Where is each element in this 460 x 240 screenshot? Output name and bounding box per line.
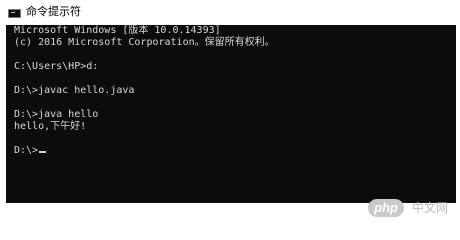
window-title: 命令提示符 [26, 5, 81, 18]
prompt-text: D:\> [14, 145, 39, 156]
watermark: php 中文网 [368, 199, 448, 219]
console-line-version: Microsoft Windows [版本 10.0.14393] [14, 25, 221, 36]
console-line-copyright: (c) 2016 Microsoft Corporation。保留所有权利。 [14, 37, 275, 48]
watermark-text: 中文网 [411, 201, 448, 216]
console-line-prompt[interactable]: D:\> [14, 145, 47, 157]
console-line-java: D:\>java hello [14, 109, 99, 120]
cmd-window: 命令提示符 Microsoft Windows [版本 10.0.14393] … [0, 0, 460, 224]
console-line-cd: C:\Users\HP>d: [14, 61, 99, 72]
console-line-output: hello,下午好! [14, 121, 87, 132]
console-line-javac: D:\>javac hello.java [14, 85, 135, 96]
text-cursor [39, 151, 47, 153]
console-output[interactable]: Microsoft Windows [版本 10.0.14393] (c) 20… [6, 25, 456, 203]
php-logo: php [368, 199, 404, 218]
title-bar[interactable]: 命令提示符 [0, 0, 460, 24]
console-icon [8, 9, 21, 18]
